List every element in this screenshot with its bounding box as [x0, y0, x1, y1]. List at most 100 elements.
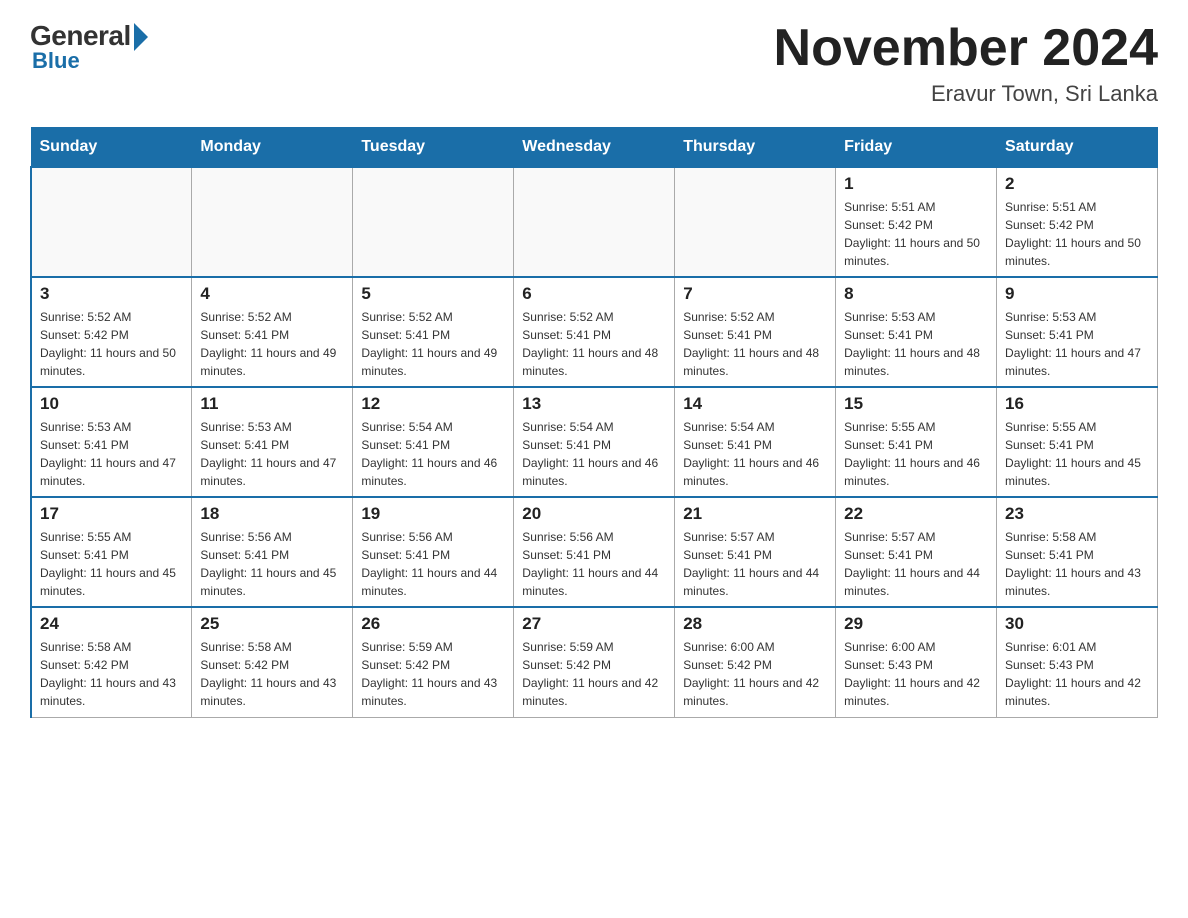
day-number: 14 — [683, 394, 827, 414]
table-row: 4 Sunrise: 5:52 AM Sunset: 5:41 PM Daylig… — [192, 277, 353, 387]
table-row: 23 Sunrise: 5:58 AM Sunset: 5:41 PM Dayli… — [997, 497, 1158, 607]
day-number: 29 — [844, 614, 988, 634]
table-row: 9 Sunrise: 5:53 AM Sunset: 5:41 PM Daylig… — [997, 277, 1158, 387]
day-info: Sunrise: 5:55 AM Sunset: 5:41 PM Dayligh… — [844, 418, 988, 490]
col-tuesday: Tuesday — [353, 128, 514, 168]
day-number: 23 — [1005, 504, 1149, 524]
col-wednesday: Wednesday — [514, 128, 675, 168]
day-number: 22 — [844, 504, 988, 524]
day-info: Sunrise: 5:56 AM Sunset: 5:41 PM Dayligh… — [200, 528, 344, 600]
calendar-week-row: 3 Sunrise: 5:52 AM Sunset: 5:42 PM Daylig… — [31, 277, 1158, 387]
logo: General Blue — [30, 20, 148, 74]
day-info: Sunrise: 5:54 AM Sunset: 5:41 PM Dayligh… — [361, 418, 505, 490]
table-row: 15 Sunrise: 5:55 AM Sunset: 5:41 PM Dayli… — [836, 387, 997, 497]
day-number: 18 — [200, 504, 344, 524]
day-info: Sunrise: 5:51 AM Sunset: 5:42 PM Dayligh… — [844, 198, 988, 270]
calendar-header-row: Sunday Monday Tuesday Wednesday Thursday… — [31, 128, 1158, 168]
table-row — [31, 167, 192, 277]
day-number: 3 — [40, 284, 183, 304]
table-row: 21 Sunrise: 5:57 AM Sunset: 5:41 PM Dayli… — [675, 497, 836, 607]
day-info: Sunrise: 5:53 AM Sunset: 5:41 PM Dayligh… — [200, 418, 344, 490]
table-row: 6 Sunrise: 5:52 AM Sunset: 5:41 PM Daylig… — [514, 277, 675, 387]
table-row: 17Sunrise: 5:55 AM Sunset: 5:41 PM Dayli… — [31, 497, 192, 607]
day-info: Sunrise: 5:59 AM Sunset: 5:42 PM Dayligh… — [361, 638, 505, 710]
location-title: Eravur Town, Sri Lanka — [774, 81, 1158, 107]
table-row: 24 Sunrise: 5:58 AM Sunset: 5:42 PM Dayli… — [31, 607, 192, 717]
col-sunday: Sunday — [31, 128, 192, 168]
day-number: 16 — [1005, 394, 1149, 414]
day-info: Sunrise: 5:59 AM Sunset: 5:42 PM Dayligh… — [522, 638, 666, 710]
table-row: 26 Sunrise: 5:59 AM Sunset: 5:42 PM Dayli… — [353, 607, 514, 717]
table-row: 8 Sunrise: 5:53 AM Sunset: 5:41 PM Daylig… — [836, 277, 997, 387]
day-number: 5 — [361, 284, 505, 304]
table-row: 11 Sunrise: 5:53 AM Sunset: 5:41 PM Dayli… — [192, 387, 353, 497]
col-monday: Monday — [192, 128, 353, 168]
day-info: Sunrise: 5:53 AM Sunset: 5:41 PM Dayligh… — [844, 308, 988, 380]
day-info: Sunrise: 5:53 AM Sunset: 5:41 PM Dayligh… — [1005, 308, 1149, 380]
table-row — [514, 167, 675, 277]
day-info: Sunrise: 5:53 AM Sunset: 5:41 PM Dayligh… — [40, 418, 183, 490]
day-number: 21 — [683, 504, 827, 524]
day-number: 25 — [200, 614, 344, 634]
day-info: Sunrise: 5:56 AM Sunset: 5:41 PM Dayligh… — [361, 528, 505, 600]
col-saturday: Saturday — [997, 128, 1158, 168]
day-number: 20 — [522, 504, 666, 524]
day-number: 13 — [522, 394, 666, 414]
table-row: 7Sunrise: 5:52 AM Sunset: 5:41 PM Daylig… — [675, 277, 836, 387]
day-info: Sunrise: 5:54 AM Sunset: 5:41 PM Dayligh… — [683, 418, 827, 490]
table-row: 14 Sunrise: 5:54 AM Sunset: 5:41 PM Dayli… — [675, 387, 836, 497]
table-row: 22 Sunrise: 5:57 AM Sunset: 5:41 PM Dayli… — [836, 497, 997, 607]
table-row: 2 Sunrise: 5:51 AM Sunset: 5:42 PM Daylig… — [997, 167, 1158, 277]
table-row: 12Sunrise: 5:54 AM Sunset: 5:41 PM Dayli… — [353, 387, 514, 497]
day-number: 26 — [361, 614, 505, 634]
day-info: Sunrise: 5:52 AM Sunset: 5:41 PM Dayligh… — [522, 308, 666, 380]
day-info: Sunrise: 5:56 AM Sunset: 5:41 PM Dayligh… — [522, 528, 666, 600]
table-row: 20 Sunrise: 5:56 AM Sunset: 5:41 PM Dayli… — [514, 497, 675, 607]
table-row: 30Sunrise: 6:01 AM Sunset: 5:43 PM Dayli… — [997, 607, 1158, 717]
table-row — [353, 167, 514, 277]
col-thursday: Thursday — [675, 128, 836, 168]
day-number: 27 — [522, 614, 666, 634]
table-row: 29 Sunrise: 6:00 AM Sunset: 5:43 PM Dayli… — [836, 607, 997, 717]
month-title: November 2024 — [774, 20, 1158, 77]
day-info: Sunrise: 5:57 AM Sunset: 5:41 PM Dayligh… — [844, 528, 988, 600]
day-info: Sunrise: 5:52 AM Sunset: 5:41 PM Dayligh… — [361, 308, 505, 380]
table-row: 28Sunrise: 6:00 AM Sunset: 5:42 PM Dayli… — [675, 607, 836, 717]
day-info: Sunrise: 5:52 AM Sunset: 5:41 PM Dayligh… — [200, 308, 344, 380]
title-block: November 2024 Eravur Town, Sri Lanka — [774, 20, 1158, 107]
day-number: 2 — [1005, 174, 1149, 194]
table-row: 3 Sunrise: 5:52 AM Sunset: 5:42 PM Daylig… — [31, 277, 192, 387]
day-number: 24 — [40, 614, 183, 634]
day-info: Sunrise: 5:58 AM Sunset: 5:42 PM Dayligh… — [40, 638, 183, 710]
day-number: 8 — [844, 284, 988, 304]
day-number: 9 — [1005, 284, 1149, 304]
day-number: 7 — [683, 284, 827, 304]
calendar-week-row: 1 Sunrise: 5:51 AM Sunset: 5:42 PM Daylig… — [31, 167, 1158, 277]
day-info: Sunrise: 5:55 AM Sunset: 5:41 PM Dayligh… — [1005, 418, 1149, 490]
day-info: Sunrise: 5:57 AM Sunset: 5:41 PM Dayligh… — [683, 528, 827, 600]
day-number: 1 — [844, 174, 988, 194]
day-info: Sunrise: 5:54 AM Sunset: 5:41 PM Dayligh… — [522, 418, 666, 490]
day-number: 4 — [200, 284, 344, 304]
table-row: 27 Sunrise: 5:59 AM Sunset: 5:42 PM Dayli… — [514, 607, 675, 717]
table-row: 1 Sunrise: 5:51 AM Sunset: 5:42 PM Daylig… — [836, 167, 997, 277]
day-info: Sunrise: 5:52 AM Sunset: 5:42 PM Dayligh… — [40, 308, 183, 380]
day-number: 11 — [200, 394, 344, 414]
table-row: 25Sunrise: 5:58 AM Sunset: 5:42 PM Dayli… — [192, 607, 353, 717]
logo-blue-text: Blue — [32, 48, 80, 74]
day-number: 6 — [522, 284, 666, 304]
logo-arrow-icon — [134, 23, 148, 51]
table-row: 5 Sunrise: 5:52 AM Sunset: 5:41 PM Daylig… — [353, 277, 514, 387]
day-number: 17 — [40, 504, 183, 524]
table-row — [675, 167, 836, 277]
col-friday: Friday — [836, 128, 997, 168]
table-row: 19Sunrise: 5:56 AM Sunset: 5:41 PM Dayli… — [353, 497, 514, 607]
day-number: 15 — [844, 394, 988, 414]
day-number: 28 — [683, 614, 827, 634]
table-row: 10Sunrise: 5:53 AM Sunset: 5:41 PM Dayli… — [31, 387, 192, 497]
page-header: General Blue November 2024 Eravur Town, … — [30, 20, 1158, 107]
day-info: Sunrise: 6:00 AM Sunset: 5:43 PM Dayligh… — [844, 638, 988, 710]
day-info: Sunrise: 5:58 AM Sunset: 5:41 PM Dayligh… — [1005, 528, 1149, 600]
day-number: 30 — [1005, 614, 1149, 634]
day-info: Sunrise: 5:51 AM Sunset: 5:42 PM Dayligh… — [1005, 198, 1149, 270]
